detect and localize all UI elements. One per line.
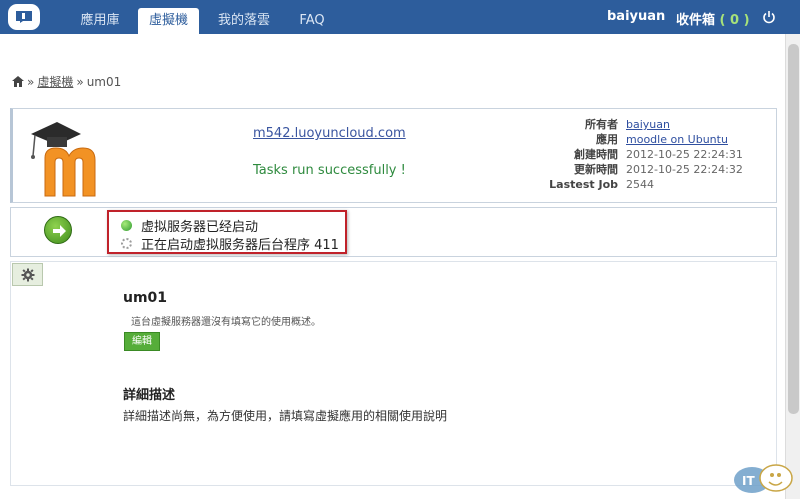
loading-spinner-icon — [121, 238, 132, 249]
power-icon[interactable] — [762, 10, 776, 24]
green-dot-icon — [121, 220, 132, 231]
vm-meta-table: 所有者 baiyuan 應用 moodle on Ubuntu 創建時間 201… — [538, 117, 743, 192]
moodle-logo-icon — [31, 122, 96, 197]
host-link[interactable]: m542.luoyuncloud.com — [253, 126, 406, 141]
meta-label: 應用 — [596, 133, 618, 146]
meta-label: Lastest Job — [549, 178, 618, 191]
meta-row-owner: 所有者 baiyuan — [538, 117, 743, 132]
task-status-message: Tasks run successfully ! — [253, 163, 406, 178]
app-logo-icon[interactable] — [8, 4, 40, 30]
breadcrumb: » 虛擬機 » um01 — [12, 73, 121, 90]
meta-label: 創建時間 — [574, 148, 618, 161]
meta-value: 2012-10-25 22:24:32 — [626, 163, 743, 176]
vm-detail-panel: um01 這台虛擬服務器還沒有填寫它的使用概述。 編輯 詳細描述 詳細描述尚無，… — [10, 261, 777, 486]
breadcrumb-separator: » — [76, 74, 84, 89]
breadcrumb-vm-link[interactable]: 虛擬機 — [37, 73, 73, 90]
inbox-label: 收件箱 — [676, 13, 716, 28]
vm-name-heading: um01 — [123, 290, 168, 306]
settings-button[interactable] — [12, 263, 43, 286]
user-name-link[interactable]: baiyuan — [607, 9, 665, 24]
detail-heading: 詳細描述 — [123, 388, 176, 403]
vertical-scrollbar[interactable] — [785, 34, 800, 499]
start-arrow-button[interactable] — [44, 216, 72, 244]
owner-link[interactable]: baiyuan — [626, 117, 670, 132]
vm-info-panel: m542.luoyuncloud.com Tasks run successfu… — [10, 108, 777, 203]
meta-value: 2544 — [626, 178, 654, 191]
tab-virtual-machine[interactable]: 虛擬機 — [138, 8, 199, 34]
status-text: 正在启动虚拟服务器后台程序 411 — [141, 238, 339, 253]
tab-faq[interactable]: FAQ — [290, 8, 334, 34]
scrollbar-thumb[interactable] — [788, 44, 799, 414]
status-text: 虚拟服务器已经启动 — [141, 220, 259, 235]
vm-short-description: 這台虛擬服務器還沒有填寫它的使用概述。 — [131, 317, 321, 328]
home-icon[interactable] — [12, 76, 24, 87]
status-line-running: 虚拟服务器已经启动 — [121, 216, 258, 235]
vm-status-panel: 虚拟服务器已经启动 正在启动虚拟服务器后台程序 411 — [10, 207, 777, 257]
inbox-count: ( 0 ) — [719, 13, 750, 28]
breadcrumb-separator: » — [27, 74, 35, 89]
top-nav-bar: 應用庫 虛擬機 我的落雲 FAQ baiyuan 收件箱 ( 0 ) — [0, 0, 800, 34]
svg-text:IT: IT — [742, 474, 755, 488]
inbox-link[interactable]: 收件箱 ( 0 ) — [676, 9, 750, 28]
gear-icon — [21, 268, 35, 282]
meta-row-latest-job: Lastest Job 2544 — [538, 177, 743, 192]
meta-value: 2012-10-25 22:24:31 — [626, 148, 743, 161]
meta-label: 所有者 — [585, 118, 618, 131]
status-line-starting: 正在启动虚拟服务器后台程序 411 — [121, 234, 339, 253]
meta-label: 更新時間 — [574, 163, 618, 176]
app-link[interactable]: moodle on Ubuntu — [626, 132, 728, 147]
status-highlight-box: 虚拟服务器已经启动 正在启动虚拟服务器后台程序 411 — [107, 210, 347, 254]
arrow-right-icon — [53, 225, 66, 237]
meta-row-app: 應用 moodle on Ubuntu — [538, 132, 743, 147]
meta-row-created: 創建時間 2012-10-25 22:24:31 — [538, 147, 743, 162]
site-watermark-logo: IT — [734, 464, 793, 493]
detail-text: 詳細描述尚無，為方便使用，請填寫虛擬應用的相關使用說明 — [123, 409, 448, 423]
meta-row-updated: 更新時間 2012-10-25 22:24:32 — [538, 162, 743, 177]
tab-my-luoyun[interactable]: 我的落雲 — [210, 8, 278, 34]
tab-app-library[interactable]: 應用庫 — [70, 8, 130, 34]
edit-button[interactable]: 編輯 — [124, 332, 160, 351]
breadcrumb-current: um01 — [86, 74, 122, 89]
